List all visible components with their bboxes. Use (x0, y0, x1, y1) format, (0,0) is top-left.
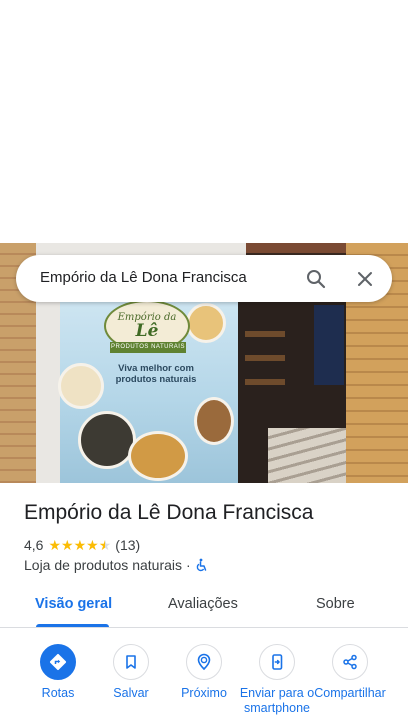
search-icon[interactable] (304, 267, 328, 291)
rating-stars: ★ ★ ★ ★ ★ (48, 538, 111, 552)
shelf (245, 379, 285, 385)
tab-about[interactable]: Sobre (316, 596, 355, 612)
shelf (245, 355, 285, 361)
star-icon: ★ (48, 537, 62, 553)
star-icon: ★ (73, 537, 87, 553)
place-title: Empório da Lê Dona Francisca (24, 501, 314, 524)
plate-beans (194, 397, 234, 445)
active-tab-indicator (36, 624, 109, 627)
tab-overview[interactable]: Visão geral (35, 596, 112, 612)
share-button[interactable]: Compartilhar (310, 644, 390, 701)
plate-grains (58, 363, 104, 409)
plate-seeds (78, 411, 136, 469)
map-area[interactable] (0, 0, 408, 243)
review-count[interactable]: (13) (115, 537, 140, 553)
nearby-label: Próximo (181, 686, 227, 700)
send-to-phone-icon (259, 644, 295, 680)
search-input[interactable]: Empório da Lê Dona Francisca (40, 269, 247, 286)
close-icon[interactable] (353, 267, 377, 291)
share-icon (332, 644, 368, 680)
nearby-icon (186, 644, 222, 680)
nearby-button[interactable]: Próximo (164, 644, 244, 701)
save-button[interactable]: Salvar (91, 644, 171, 701)
star-icon: ★ (61, 537, 74, 553)
place-category: Loja de produtos naturais (24, 557, 182, 573)
send-to-phone-label: Enviar para o smartphone (239, 686, 315, 715)
star-icon: ★ (86, 537, 99, 553)
logo-ribbon: PRODUTOS NATURAIS (110, 342, 186, 353)
directions-icon (40, 644, 76, 680)
share-label: Compartilhar (314, 686, 386, 700)
save-label: Salvar (113, 686, 149, 700)
rating-value: 4,6 (24, 537, 44, 553)
search-bar[interactable]: Empório da Lê Dona Francisca (16, 255, 392, 302)
bookmark-icon (113, 644, 149, 680)
separator: · (186, 557, 191, 573)
place-tabs: Visão geral Avaliações Sobre (0, 584, 408, 628)
half-star-icon: ★ (98, 537, 112, 553)
wheelchair-accessible-icon (195, 558, 209, 572)
door-panel (314, 305, 344, 385)
floor-tiles (268, 428, 348, 483)
plate-corn (186, 303, 226, 343)
send-to-phone-button[interactable]: Enviar para o smartphone (237, 644, 317, 716)
tab-reviews[interactable]: Avaliações (168, 596, 238, 612)
shelf (245, 331, 285, 337)
directions-label: Rotas (41, 686, 75, 700)
poster-slogan: Viva melhor com produtos naturais (115, 363, 197, 385)
rating-row[interactable]: 4,6 ★ ★ ★ ★ ★ (13) (24, 536, 140, 554)
plate-nuts (128, 431, 188, 481)
category-row: Loja de produtos naturais · (24, 556, 209, 574)
logo-text-main: Lê (135, 321, 159, 341)
directions-button[interactable]: Rotas (18, 644, 98, 701)
